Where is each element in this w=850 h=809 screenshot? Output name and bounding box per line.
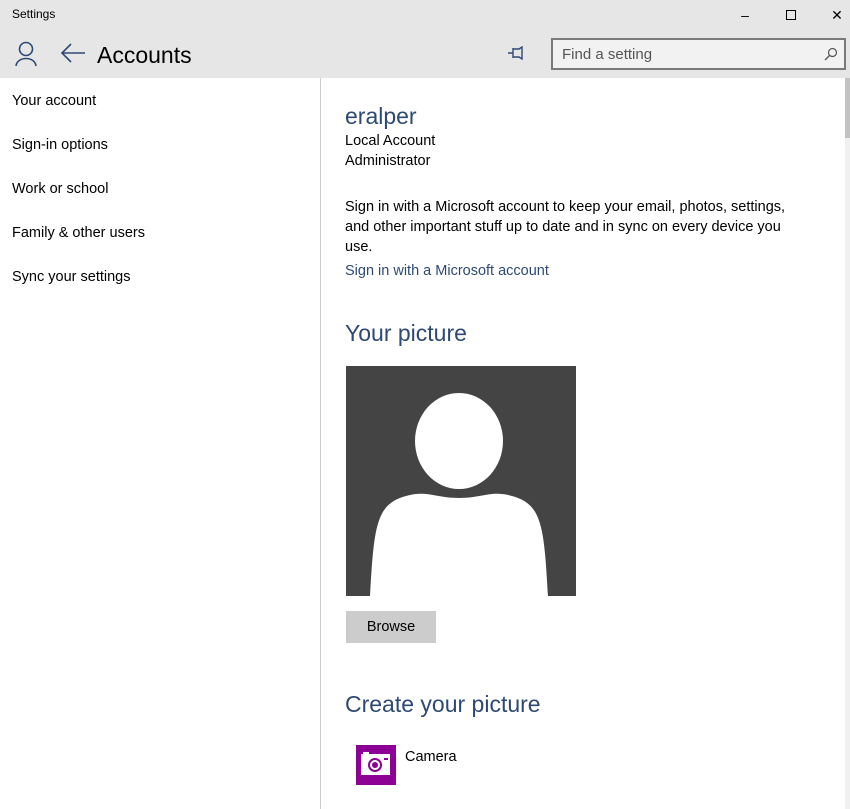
browse-button[interactable]: Browse (346, 611, 436, 643)
sidebar-item-family-other-users[interactable]: Family & other users (12, 225, 145, 241)
search-box[interactable] (551, 38, 846, 70)
close-button[interactable]: ✕ (814, 0, 850, 30)
create-picture-heading: Create your picture (345, 691, 541, 717)
camera-icon (356, 745, 396, 785)
back-button[interactable] (60, 43, 86, 63)
account-role: Administrator (345, 153, 431, 169)
minimize-button[interactable]: – (722, 0, 768, 30)
search-icon[interactable] (824, 47, 838, 61)
window-title: Settings (12, 7, 56, 21)
account-type: Local Account (345, 133, 436, 149)
scrollbar[interactable] (845, 78, 850, 809)
sidebar: Your account Sign-in options Work or sch… (0, 78, 321, 809)
search-input[interactable] (553, 40, 803, 68)
sidebar-item-sync-settings[interactable]: Sync your settings (12, 269, 130, 285)
your-picture-heading: Your picture (345, 320, 467, 346)
sidebar-item-work-or-school[interactable]: Work or school (12, 181, 108, 197)
sidebar-item-sign-in-options[interactable]: Sign-in options (12, 137, 108, 153)
page-title: Accounts (97, 42, 192, 68)
microsoft-signin-link[interactable]: Sign in with a Microsoft account (345, 263, 549, 279)
account-name: eralper (345, 103, 417, 129)
account-description: Sign in with a Microsoft account to keep… (345, 199, 786, 255)
close-icon: ✕ (831, 6, 843, 23)
camera-option[interactable]: Camera (356, 745, 556, 787)
header: Accounts (0, 30, 850, 78)
pin-button[interactable] (507, 46, 529, 60)
camera-label: Camera (405, 749, 457, 765)
profile-picture (346, 366, 576, 596)
title-bar: Settings – ✕ (0, 0, 850, 30)
accounts-icon (15, 41, 37, 67)
maximize-button[interactable] (768, 0, 814, 30)
maximize-icon (786, 10, 796, 20)
minimize-icon: – (741, 7, 749, 23)
scrollbar-thumb[interactable] (845, 78, 850, 138)
sidebar-item-your-account[interactable]: Your account (12, 93, 96, 109)
